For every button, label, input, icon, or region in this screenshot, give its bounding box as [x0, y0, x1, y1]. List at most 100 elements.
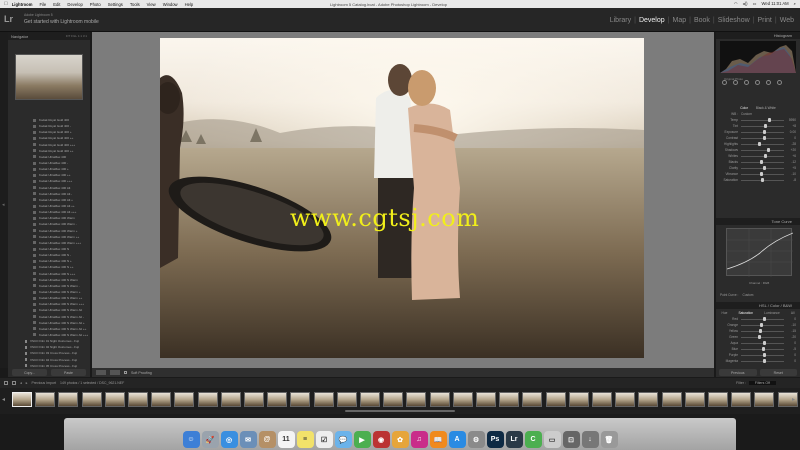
slider-knob[interactable]	[762, 353, 766, 357]
slider-value[interactable]: 0	[786, 317, 796, 321]
module-web[interactable]: Web	[780, 17, 794, 24]
filmstrip-scrollbar[interactable]	[345, 410, 455, 412]
filmstrip-thumb[interactable]	[429, 392, 450, 407]
filmstrip-thumb[interactable]	[476, 392, 496, 407]
slider-track[interactable]	[741, 359, 784, 363]
slider-value[interactable]: -8	[786, 178, 796, 182]
slider-track[interactable]	[741, 124, 784, 128]
slider-value[interactable]: +6	[786, 154, 796, 158]
slider-knob[interactable]	[762, 130, 766, 134]
camtasia-icon[interactable]: C	[524, 431, 542, 448]
slider-knob[interactable]	[762, 317, 766, 321]
slider-value[interactable]: 0	[786, 136, 796, 140]
filmstrip-thumb[interactable]	[267, 392, 288, 407]
crop-tool-icon[interactable]	[722, 80, 727, 85]
contacts-icon[interactable]: @	[258, 431, 276, 448]
forward-arrow-icon[interactable]: ▸	[26, 381, 28, 385]
slider-knob[interactable]	[763, 166, 767, 170]
filmstrip-thumb[interactable]	[12, 392, 32, 407]
app-store-icon[interactable]: A	[448, 431, 466, 448]
filmstrip-thumb[interactable]	[151, 392, 172, 407]
slider-knob[interactable]	[764, 124, 768, 128]
filmstrip-thumb[interactable]	[128, 392, 148, 407]
slider-knob[interactable]	[763, 154, 767, 158]
menu-window[interactable]: Window	[163, 2, 178, 7]
search-icon[interactable]: ⌕	[794, 1, 796, 6]
soft-proofing-checkbox[interactable]	[124, 371, 127, 374]
slider-value[interactable]: +5	[786, 166, 796, 170]
loupe-view-icon[interactable]	[96, 370, 106, 375]
menu-lightroom[interactable]: Lightroom	[12, 2, 33, 7]
mail-icon[interactable]: ✉	[239, 431, 257, 448]
slider-value[interactable]: +8	[786, 124, 796, 128]
navigator-header[interactable]: Navigator FIT FILL 1:1 3:1	[8, 32, 90, 40]
slider-knob[interactable]	[762, 341, 766, 345]
slider-value[interactable]: 0	[786, 353, 796, 357]
clock[interactable]: Wed 11:01 AM	[762, 1, 789, 6]
finder-icon[interactable]: ☺	[182, 431, 200, 448]
radial-filter-icon[interactable]	[766, 80, 771, 85]
filmstrip-thumb[interactable]	[615, 392, 636, 407]
reminders-icon[interactable]: ☑	[315, 431, 333, 448]
slider-value[interactable]: 5950	[786, 118, 796, 122]
slider-value[interactable]: -10	[786, 172, 796, 176]
slider-knob[interactable]	[760, 323, 764, 327]
filmstrip-thumb[interactable]	[244, 392, 264, 407]
slider-knob[interactable]	[761, 347, 765, 351]
filmstrip-thumb[interactable]	[35, 392, 56, 407]
module-print[interactable]: Print	[757, 17, 771, 24]
slider-track[interactable]	[741, 178, 784, 182]
slider-track[interactable]	[741, 347, 784, 351]
hsl-header[interactable]: HSL / Color / B&W	[716, 302, 800, 309]
main-photo[interactable]: www.cgtsj.com	[160, 38, 644, 358]
filmstrip-thumb[interactable]	[708, 392, 728, 407]
slider-knob[interactable]	[758, 335, 762, 339]
slider-track[interactable]	[741, 142, 784, 146]
facetime-icon[interactable]: ▶	[353, 431, 371, 448]
spot-removal-icon[interactable]	[733, 80, 738, 85]
wb-value[interactable]: Custom	[741, 112, 752, 116]
slider-track[interactable]	[741, 118, 784, 122]
hsl-tab-saturation[interactable]: Saturation	[739, 311, 754, 315]
system-prefs-icon[interactable]: ⚙	[467, 431, 485, 448]
slider-knob[interactable]	[759, 329, 763, 333]
hsl-tab-all[interactable]: All	[791, 311, 795, 315]
filmstrip-thumb[interactable]	[568, 392, 589, 407]
slider-value[interactable]: 0	[786, 359, 796, 363]
menu-develop[interactable]: Develop	[67, 2, 82, 7]
before-after-icon[interactable]	[110, 370, 120, 375]
tone-curve-graph[interactable]: Channel : RGB	[726, 228, 794, 285]
menu-edit[interactable]: Edit	[53, 2, 60, 7]
filmstrip-thumb[interactable]	[81, 392, 102, 407]
graduated-filter-icon[interactable]	[755, 80, 760, 85]
menu-tools[interactable]: Tools	[130, 2, 140, 7]
paste-button[interactable]: Paste	[51, 369, 86, 376]
trash-icon[interactable]: 🗑	[600, 431, 618, 448]
menu-photo[interactable]: Photo	[90, 2, 101, 7]
slider-track[interactable]	[741, 329, 784, 333]
filmstrip-thumb[interactable]	[197, 392, 218, 407]
slider-value[interactable]: -28	[786, 142, 796, 146]
slider-track[interactable]	[741, 317, 784, 321]
slider-value[interactable]: 0.00	[786, 130, 796, 134]
navigator-preview[interactable]	[15, 54, 83, 100]
slider-knob[interactable]	[760, 178, 764, 182]
filmstrip-thumb[interactable]	[545, 392, 566, 407]
channel-value[interactable]: RGB	[763, 281, 770, 285]
treatment-bw[interactable]: Black & White	[756, 106, 776, 110]
filmstrip-thumb[interactable]	[104, 392, 125, 407]
slider-knob[interactable]	[760, 172, 764, 176]
slider-track[interactable]	[741, 154, 784, 158]
filmstrip-thumb[interactable]	[754, 392, 775, 407]
filmstrip-thumb[interactable]	[638, 392, 659, 407]
slider-track[interactable]	[741, 341, 784, 345]
copy-button[interactable]: Copy...	[12, 369, 47, 376]
slider-value[interactable]: -5	[786, 347, 796, 351]
filmstrip-thumb[interactable]	[499, 392, 520, 407]
histogram[interactable]: Original Photo	[720, 41, 796, 81]
photo-booth-icon[interactable]: ◉	[372, 431, 390, 448]
menu-file[interactable]: File	[39, 2, 46, 7]
filmstrip-source[interactable]: Previous Import	[32, 381, 57, 385]
menu-view[interactable]: View	[147, 2, 156, 7]
notes-icon[interactable]: ≡	[296, 431, 314, 448]
